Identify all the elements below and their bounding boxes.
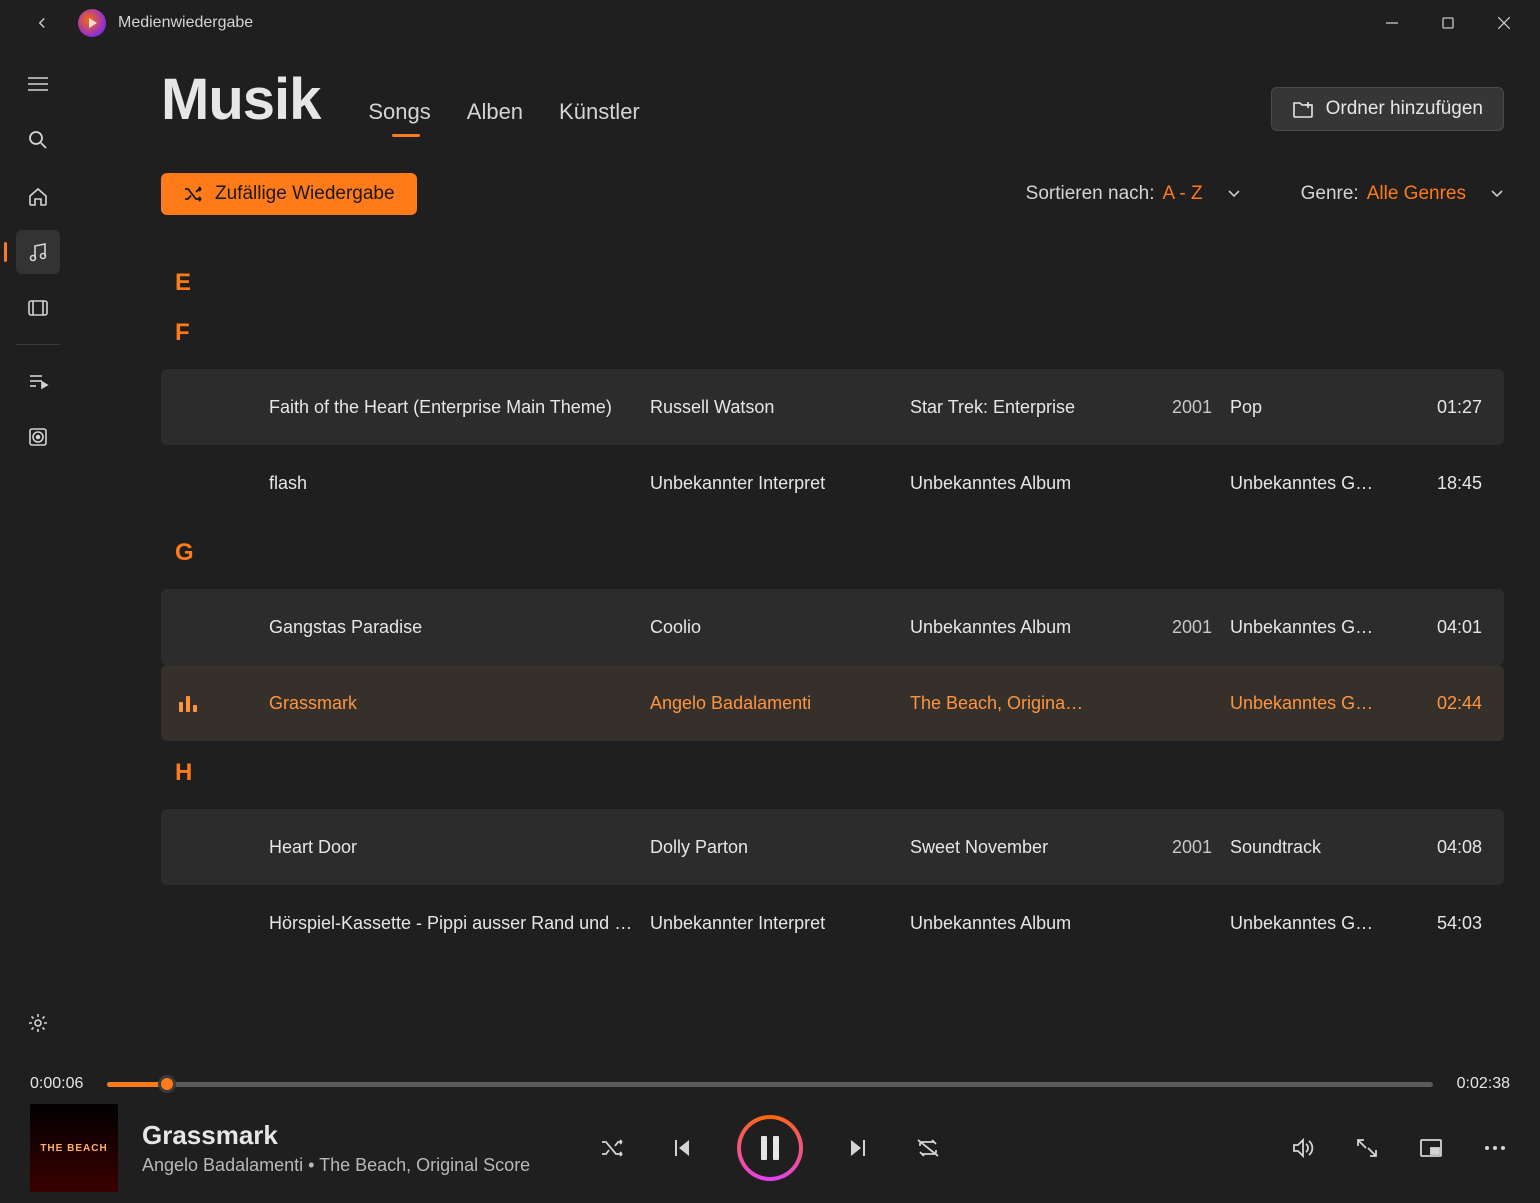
playlists-button[interactable] bbox=[16, 359, 60, 403]
song-row[interactable]: Faith of the Heart (Enterprise Main Them… bbox=[161, 369, 1504, 445]
song-album: Unbekanntes Album bbox=[910, 473, 1150, 494]
section-letter[interactable]: E bbox=[175, 269, 1504, 297]
music-library-button[interactable] bbox=[16, 230, 60, 274]
add-folder-label: Ordner hinzufügen bbox=[1326, 98, 1483, 120]
song-artist: Unbekannter Interpret bbox=[650, 473, 910, 494]
menu-button[interactable] bbox=[16, 62, 60, 106]
main-content: Musik Songs Alben Künstler Ordner hinzufüg… bbox=[75, 46, 1540, 1063]
song-row[interactable]: Gangstas ParadiseCoolioUnbekanntes Album… bbox=[161, 589, 1504, 665]
fullscreen-button[interactable] bbox=[1352, 1133, 1382, 1163]
song-year: 2001 bbox=[1150, 837, 1230, 858]
song-album: Unbekanntes Album bbox=[910, 617, 1150, 638]
song-artist: Coolio bbox=[650, 617, 910, 638]
song-title: Faith of the Heart (Enterprise Main Them… bbox=[269, 397, 650, 418]
song-genre: Unbekanntes G… bbox=[1230, 913, 1410, 934]
song-duration: 01:27 bbox=[1410, 397, 1500, 418]
settings-button[interactable] bbox=[16, 1001, 60, 1045]
song-genre: Unbekanntes G… bbox=[1230, 473, 1410, 494]
shuffle-play-label: Zufällige Wiedergabe bbox=[215, 183, 395, 205]
section-letter[interactable]: F bbox=[175, 319, 1504, 347]
song-duration: 04:08 bbox=[1410, 837, 1500, 858]
now-playing-subtitle: Angelo Badalamenti • The Beach, Original… bbox=[142, 1155, 530, 1176]
maximize-button[interactable] bbox=[1420, 0, 1476, 46]
home-button[interactable] bbox=[16, 174, 60, 218]
chevron-down-icon bbox=[1490, 189, 1504, 199]
song-genre: Soundtrack bbox=[1230, 837, 1410, 858]
volume-button[interactable] bbox=[1288, 1133, 1318, 1163]
app-logo-icon bbox=[78, 9, 106, 37]
shuffle-toggle-button[interactable] bbox=[597, 1133, 627, 1163]
song-artist: Dolly Parton bbox=[650, 837, 910, 858]
minimize-button[interactable] bbox=[1364, 0, 1420, 46]
genre-value: Alle Genres bbox=[1367, 183, 1466, 205]
back-button[interactable] bbox=[26, 7, 58, 39]
song-title: Grassmark bbox=[269, 693, 650, 714]
now-playing-icon bbox=[179, 694, 201, 712]
elapsed-time: 0:00:06 bbox=[30, 1075, 83, 1093]
total-time: 0:02:38 bbox=[1457, 1075, 1510, 1093]
song-album: Star Trek: Enterprise bbox=[910, 397, 1150, 418]
song-duration: 04:01 bbox=[1410, 617, 1500, 638]
song-genre: Unbekanntes G… bbox=[1230, 617, 1410, 638]
sort-value: A - Z bbox=[1163, 183, 1203, 205]
next-button[interactable] bbox=[843, 1133, 873, 1163]
sort-label: Sortieren nach: bbox=[1026, 183, 1155, 205]
page-title: Musik bbox=[161, 66, 320, 133]
sidebar bbox=[0, 46, 75, 1063]
song-title: Heart Door bbox=[269, 837, 650, 858]
song-row[interactable]: GrassmarkAngelo BadalamentiThe Beach, Or… bbox=[161, 665, 1504, 741]
close-button[interactable] bbox=[1476, 0, 1532, 46]
shuffle-icon bbox=[183, 186, 203, 202]
song-row[interactable]: Hörspiel-Kassette - Pippi ausser Rand un… bbox=[161, 885, 1504, 961]
song-title: flash bbox=[269, 473, 650, 494]
song-album: Unbekanntes Album bbox=[910, 913, 1150, 934]
song-artist: Russell Watson bbox=[650, 397, 910, 418]
add-folder-button[interactable]: Ordner hinzufügen bbox=[1271, 87, 1504, 131]
titlebar: Medienwiedergabe bbox=[0, 0, 1540, 46]
tab-künstler[interactable]: Künstler bbox=[559, 99, 640, 131]
now-playing-bar: THE BEACH Grassmark Angelo Badalamenti •… bbox=[0, 1093, 1540, 1203]
sort-dropdown[interactable]: Sortieren nach: A - Z bbox=[1026, 183, 1241, 205]
previous-button[interactable] bbox=[667, 1133, 697, 1163]
song-duration: 18:45 bbox=[1410, 473, 1500, 494]
disc-button[interactable] bbox=[16, 415, 60, 459]
song-title: Hörspiel-Kassette - Pippi ausser Rand un… bbox=[269, 913, 650, 934]
section-letter[interactable]: H bbox=[175, 759, 1504, 787]
song-album: Sweet November bbox=[910, 837, 1150, 858]
song-artist: Angelo Badalamenti bbox=[650, 693, 910, 714]
song-genre: Pop bbox=[1230, 397, 1410, 418]
repeat-button[interactable] bbox=[913, 1133, 943, 1163]
folder-add-icon bbox=[1292, 99, 1314, 119]
seek-thumb[interactable] bbox=[158, 1075, 176, 1093]
song-genre: Unbekanntes G… bbox=[1230, 693, 1410, 714]
now-playing-title: Grassmark bbox=[142, 1120, 530, 1151]
miniplayer-button[interactable] bbox=[1416, 1133, 1446, 1163]
progress-bar: 0:00:06 0:02:38 bbox=[0, 1063, 1540, 1093]
pause-icon bbox=[741, 1119, 799, 1177]
play-pause-button[interactable] bbox=[737, 1115, 803, 1181]
seek-track[interactable] bbox=[107, 1082, 1432, 1087]
song-list[interactable]: EF Faith of the Heart (Enterprise Main Th… bbox=[161, 251, 1504, 1011]
song-row[interactable]: Heart DoorDolly PartonSweet November2001… bbox=[161, 809, 1504, 885]
song-artist: Unbekannter Interpret bbox=[650, 913, 910, 934]
album-art[interactable]: THE BEACH bbox=[30, 1104, 118, 1192]
song-year: 2001 bbox=[1150, 617, 1230, 638]
genre-label: Genre: bbox=[1301, 183, 1359, 205]
song-row[interactable]: flashUnbekannter InterpretUnbekanntes Al… bbox=[161, 445, 1504, 521]
genre-dropdown[interactable]: Genre: Alle Genres bbox=[1301, 183, 1504, 205]
song-year: 2001 bbox=[1150, 397, 1230, 418]
song-duration: 54:03 bbox=[1410, 913, 1500, 934]
more-button[interactable] bbox=[1480, 1133, 1510, 1163]
search-button[interactable] bbox=[16, 118, 60, 162]
chevron-down-icon bbox=[1227, 189, 1241, 199]
tab-songs[interactable]: Songs bbox=[368, 99, 430, 131]
section-letter[interactable]: G bbox=[175, 539, 1504, 567]
shuffle-play-button[interactable]: Zufällige Wiedergabe bbox=[161, 173, 417, 215]
song-duration: 02:44 bbox=[1410, 693, 1500, 714]
video-library-button[interactable] bbox=[16, 286, 60, 330]
tab-alben[interactable]: Alben bbox=[467, 99, 523, 131]
song-title: Gangstas Paradise bbox=[269, 617, 650, 638]
song-album: The Beach, Origina… bbox=[910, 693, 1150, 714]
window-title: Medienwiedergabe bbox=[118, 14, 253, 32]
